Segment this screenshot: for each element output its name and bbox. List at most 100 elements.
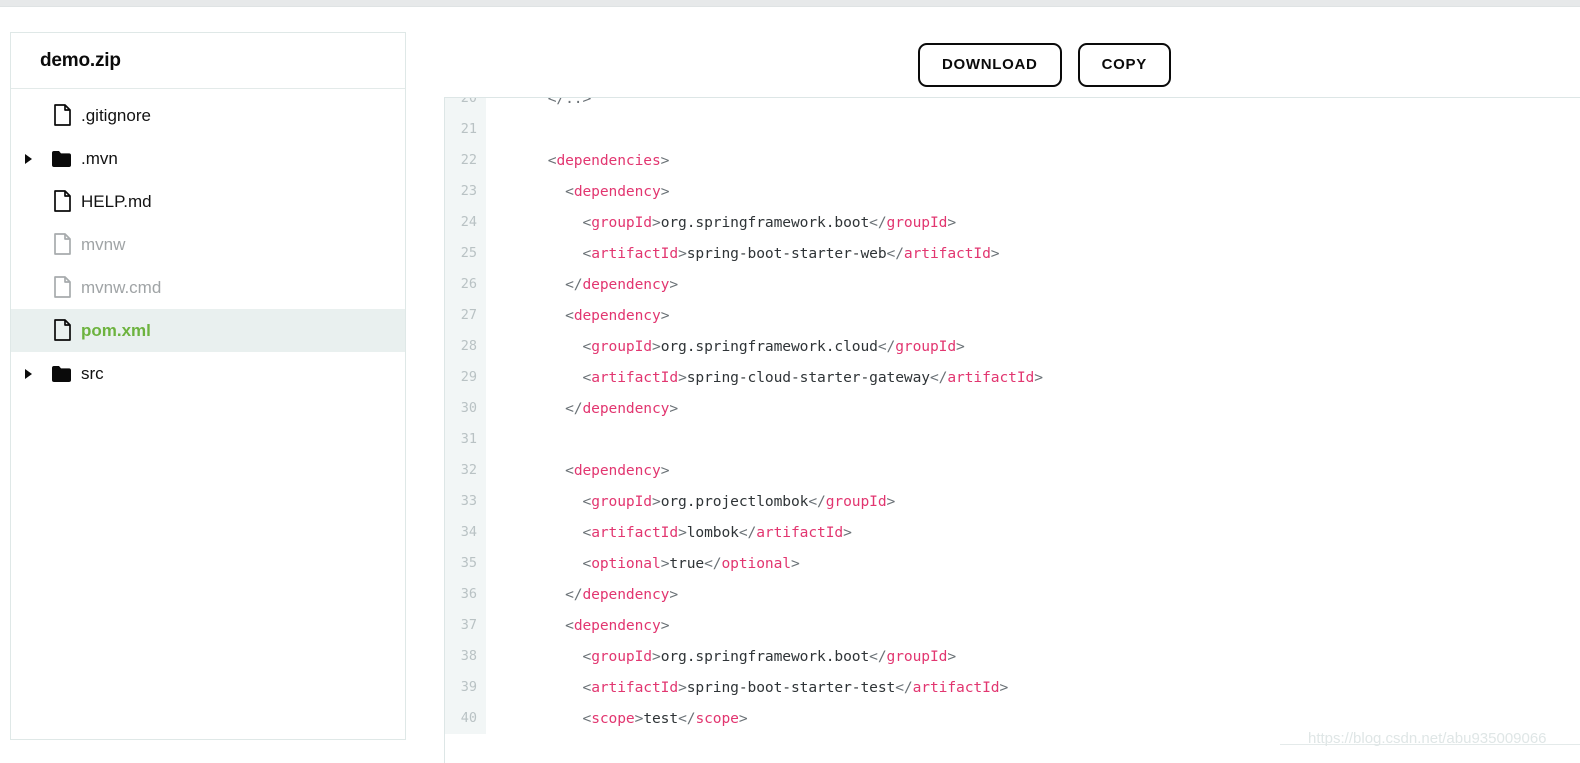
code-line: 33 <groupId>org.projectlombok</groupId> [445,486,1580,517]
code-token-tag: groupId [825,493,887,510]
code-line-text[interactable]: <artifactId>spring-cloud-starter-gateway… [486,369,1043,386]
code-line: 34 <artifactId>lombok</artifactId> [445,517,1580,548]
code-token-brk: > [1034,369,1043,386]
code-token-tag: artifactId [947,369,1035,386]
code-line-number: 30 [445,393,486,424]
code-line-text[interactable]: <dependency> [486,617,669,634]
code-token-tag: groupId [591,214,652,231]
code-line-number: 25 [445,238,486,269]
code-line-text[interactable]: <scope>test</scope> [486,710,747,727]
code-line-number: 27 [445,300,486,331]
code-token-brk: > [634,710,644,727]
code-line: 31 [445,424,1580,455]
file-tree-item-label: src [81,363,104,383]
code-token-brk: </ [513,400,583,417]
code-line: 36 </dependency> [445,579,1580,610]
code-token-brk: > [956,338,965,355]
code-token-brk: > [660,617,670,634]
code-line-text[interactable]: </dependency> [486,586,678,603]
code-line: 20 </..> [445,98,1580,114]
code-line-text[interactable]: <groupId>org.springframework.boot</group… [486,648,956,665]
code-line: 23 <dependency> [445,176,1580,207]
code-token-brk: > [843,524,852,541]
file-tree-item-mvn[interactable]: .mvn [11,137,405,180]
code-token-brk: > [660,307,670,324]
code-token-brk: </ [869,214,887,231]
code-token-tag: artifactId [591,524,679,541]
file-tree-item-mvnw[interactable]: mvnw [11,223,405,266]
code-token-brk: < [513,214,592,231]
code-token-brk: </ [929,369,948,386]
code-token-tag: artifactId [756,524,844,541]
file-icon [43,319,81,342]
code-token-tag: groupId [886,214,948,231]
code-line-text[interactable]: <artifactId>spring-boot-starter-web</art… [486,245,999,262]
code-token-brk: </ [886,245,904,262]
code-token-brk: < [513,679,592,696]
code-line-number: 31 [445,424,486,455]
code-line: 37 <dependency> [445,610,1580,641]
code-line-text[interactable]: <groupId>org.springframework.cloud</grou… [486,338,965,355]
code-line: 39 <artifactId>spring-boot-starter-test<… [445,672,1580,703]
file-tree-item-help-md[interactable]: HELP.md [11,180,405,223]
code-token-tag: dependency [573,183,661,200]
file-tree-item-gitignore[interactable]: .gitignore [11,94,405,137]
code-token-txt: test [643,710,679,727]
code-token-brk: < [513,338,592,355]
code-token-tag: dependency [582,400,670,417]
code-line-text[interactable]: <dependencies> [486,152,670,169]
file-tree-item-mvnw-cmd[interactable]: mvnw.cmd [11,266,405,309]
code-token-brk: < [513,183,574,200]
code-token-brk: > [990,245,1000,262]
file-tree-list: .gitignore .mvn HELP.md mvnw mvnw.cmd pom.xml… [11,89,405,395]
code-viewer-panel[interactable]: 20 </..> 21 22 <dependencies> 23 <dependenc… [444,97,1580,763]
file-tree-item-label: mvnw [81,234,126,254]
code-token-tag: groupId [591,338,652,355]
code-token-tag: dependency [573,617,661,634]
code-token-brk: </ [877,338,896,355]
copy-button[interactable]: COPY [1077,43,1171,87]
code-line-number: 29 [445,362,486,393]
code-line-text[interactable]: <dependency> [486,462,669,479]
code-token-brk: > [660,152,670,169]
code-line-text[interactable]: <groupId>org.springframework.boot</group… [486,214,956,231]
code-token-brk: </ [513,586,583,603]
code-token-brk: > [678,369,687,386]
file-tree-item-label: mvnw.cmd [81,277,162,297]
code-token-tag: dependency [573,307,661,324]
code-token-tag: artifactId [591,245,679,262]
expand-caret-right-icon[interactable] [25,153,43,164]
code-token-brk: < [513,524,592,541]
code-line-text[interactable]: </dependency> [486,400,678,417]
code-line-text[interactable]: <dependency> [486,307,669,324]
code-line-number: 21 [445,114,486,145]
code-token-txt: org.springframework.boot [660,214,870,231]
code-token-brk: < [513,462,574,479]
expand-caret-right-icon[interactable] [25,368,43,379]
code-line-text[interactable]: </..> [486,98,592,107]
code-line: 30 </dependency> [445,393,1580,424]
code-line-text[interactable]: <artifactId>lombok</artifactId> [486,524,852,541]
code-token-brk: > [999,679,1009,696]
code-line-number: 20 [445,98,486,114]
code-token-tag: dependency [582,276,670,293]
file-tree-item-src[interactable]: src [11,352,405,395]
archive-name: demo.zip [40,49,121,71]
code-token-brk: > [886,493,896,510]
file-tree-item-pom-xml[interactable]: pom.xml [11,309,405,352]
file-icon [43,233,81,256]
code-line-text[interactable]: <optional>true</optional> [486,555,799,572]
code-line-text[interactable]: <groupId>org.projectlombok</groupId> [486,493,895,510]
code-line-text[interactable]: <dependency> [486,183,669,200]
code-token-brk: > [678,679,687,696]
code-token-brk: > [652,338,661,355]
code-token-brk: > [652,214,661,231]
code-token-tag: scope [591,710,635,727]
code-line-text[interactable]: </dependency> [486,276,678,293]
code-token-brk: </ [513,276,583,293]
code-line-text[interactable]: <artifactId>spring-boot-starter-test</ar… [486,679,1008,696]
code-line: 25 <artifactId>spring-boot-starter-web</… [445,238,1580,269]
download-button[interactable]: DOWNLOAD [918,43,1062,87]
folder-icon [43,365,81,383]
code-token-tag: dependency [582,586,670,603]
